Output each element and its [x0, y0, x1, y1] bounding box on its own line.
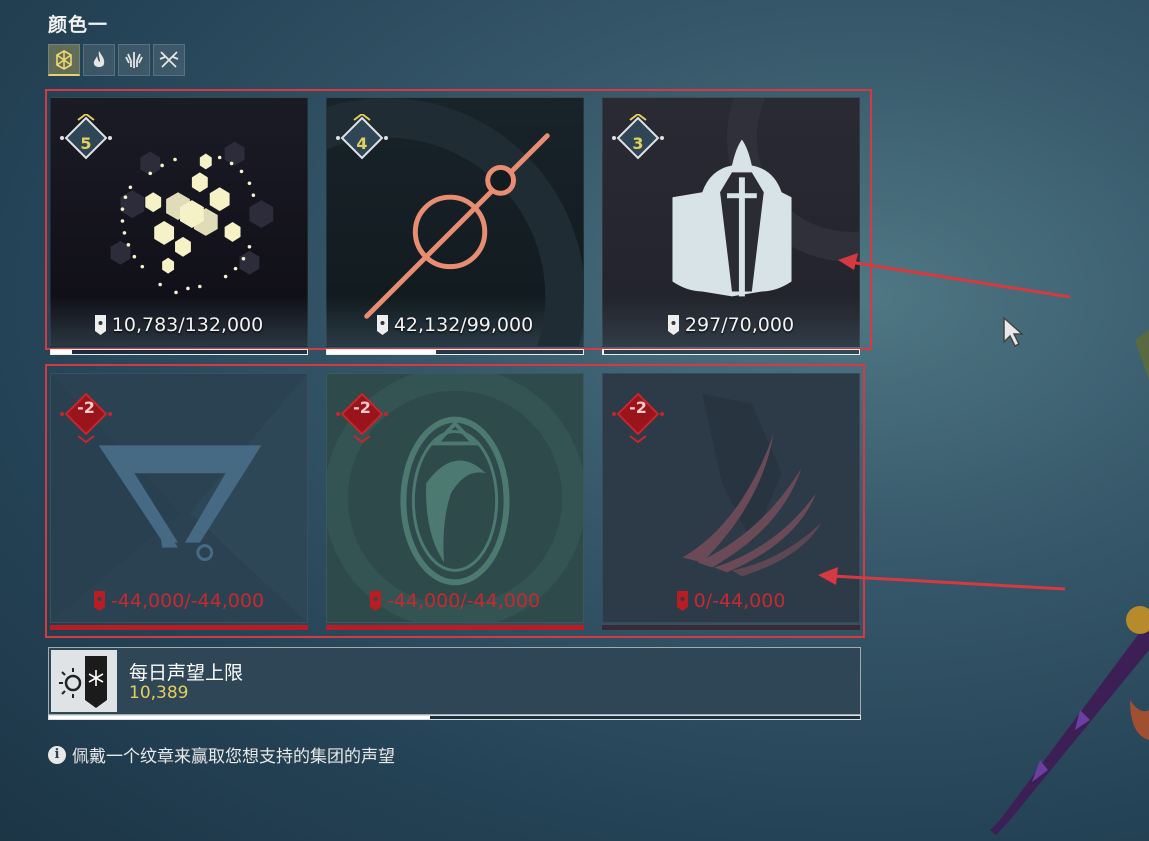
daily-cap-title: 每日声望上限 [129, 662, 244, 684]
banner-icon [667, 315, 679, 335]
reputation-progress: 297/70,000 [603, 314, 859, 336]
info-text: 佩戴一个纹章来赢取您想支持的集团的声望 [72, 747, 395, 767]
info-hint: i 佩戴一个纹章来赢取您想支持的集团的声望 [48, 742, 395, 767]
daily-cap-value: 10,389 [129, 683, 189, 703]
banner-icon [93, 591, 105, 611]
rank-value: -2 [353, 398, 371, 417]
reputation-bar [602, 349, 860, 355]
banner-icon [369, 591, 381, 611]
rank-value: 4 [356, 134, 368, 153]
progress-text: -44,000/-44,000 [110, 590, 265, 612]
reputation-bar-fill [327, 350, 437, 354]
progress-text: 0/-44,000 [693, 590, 786, 612]
reputation-bar-negative [50, 625, 308, 630]
rank-value: -2 [77, 398, 95, 417]
reputation-bar [50, 349, 308, 355]
faction-card[interactable]: -2 -44,000/-44,000 [50, 373, 308, 623]
faction-card[interactable]: 3 297/70,000 [602, 97, 860, 347]
category-tabs [48, 44, 185, 76]
wheat-banner-icon [125, 52, 143, 68]
reputation-progress: 42,132/99,000 [327, 314, 583, 336]
reputation-progress: -44,000/-44,000 [51, 590, 307, 612]
progress-text: -44,000/-44,000 [386, 590, 541, 612]
banner-icon [376, 315, 388, 335]
flame-icon [93, 51, 105, 67]
page-title: 颜色一 [48, 14, 109, 36]
rank-value: 3 [632, 134, 644, 153]
sun-banner-icon [51, 650, 117, 712]
daily-cap-bar [48, 715, 861, 720]
crossed-swords-icon [159, 51, 179, 68]
reputation-progress: 10,783/132,000 [51, 314, 307, 336]
faction-card[interactable]: 5 10,783/132,000 [50, 97, 308, 347]
reputation-bar-negative [326, 625, 584, 630]
info-icon: i [48, 745, 66, 764]
daily-cap-bar-fill [49, 716, 431, 719]
progress-text: 42,132/99,000 [393, 314, 534, 336]
reputation-bar-negative [602, 625, 860, 630]
character-weapon-icon [990, 330, 1149, 835]
progress-text: 297/70,000 [684, 314, 795, 336]
hex-snowflake-icon [56, 49, 72, 70]
reputation-progress: -44,000/-44,000 [327, 590, 583, 612]
tab-wheat-banner[interactable] [118, 44, 150, 76]
annotation-arrow-top [838, 253, 1071, 299]
faction-card[interactable]: 4 42,132/99,000 [326, 97, 584, 347]
rank-value: -2 [629, 398, 647, 417]
reputation-bar-fill [603, 350, 605, 354]
tab-crossed-swords[interactable] [153, 44, 185, 76]
banner-icon [94, 315, 106, 335]
reputation-bar [326, 349, 584, 355]
reputation-bar-fill [51, 350, 72, 354]
banner-icon [676, 591, 688, 611]
faction-card[interactable]: -2 -44,000/-44,000 [326, 373, 584, 623]
tab-hex-snowflake[interactable] [48, 44, 80, 76]
daily-reputation-cap: 每日声望上限 10,389 [48, 647, 861, 715]
rank-value: 5 [80, 134, 92, 153]
progress-text: 10,783/132,000 [111, 314, 264, 336]
tab-flame[interactable] [83, 44, 115, 76]
